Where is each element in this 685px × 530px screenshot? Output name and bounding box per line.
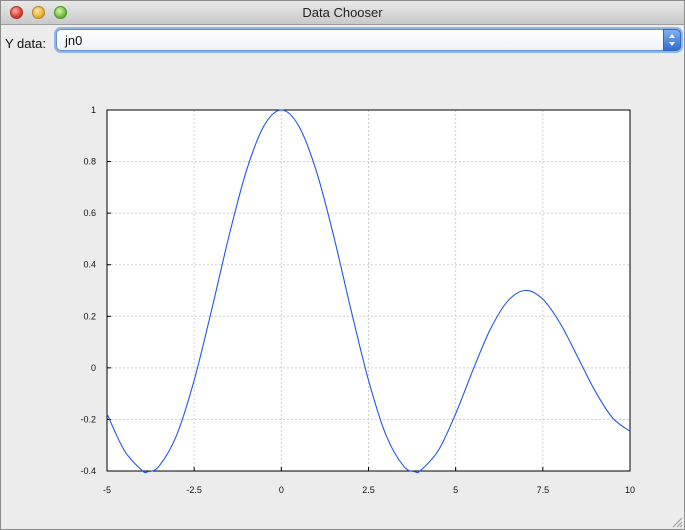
x-tick-label: 7.5 [537, 485, 550, 495]
y-tick-label: -0.2 [80, 414, 96, 424]
x-tick-label: 10 [625, 485, 635, 495]
line-chart: -5 -2.5 0 2.5 5 7.5 10 -0.4 -0.2 0 0.2 0.4 0.6 0.8 1 [80, 105, 635, 495]
y-tick-label: -0.4 [80, 466, 96, 476]
x-tick-label: -2.5 [186, 485, 202, 495]
resize-grip-icon[interactable] [671, 516, 683, 528]
x-tick-label: -5 [103, 485, 111, 495]
x-tick-label: 2.5 [362, 485, 375, 495]
y-tick-label: 0.6 [83, 208, 96, 218]
y-tick-label: 0.8 [83, 157, 96, 167]
x-tick-label: 5 [453, 485, 458, 495]
x-tick-label: 0 [279, 485, 284, 495]
y-tick-label: 0.2 [83, 311, 96, 321]
y-tick-label: 0 [91, 363, 96, 373]
y-tick-label: 1 [91, 105, 96, 115]
y-tick-label: 0.4 [83, 260, 96, 270]
